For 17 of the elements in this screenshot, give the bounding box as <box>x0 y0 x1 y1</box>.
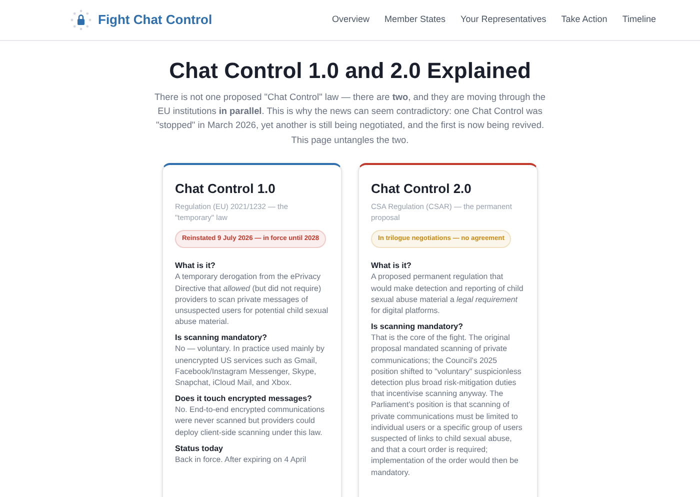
nav-link[interactable]: Timeline <box>622 13 656 27</box>
page-title: Chat Control 1.0 and 2.0 Explained <box>169 57 531 85</box>
section-heading: Is scanning mandatory? <box>371 321 464 332</box>
section-heading: Does it touch encrypted messages? <box>175 393 313 404</box>
section-heading: What is it? <box>371 260 412 272</box>
intro-paragraph: There is not one proposed "Chat Control" law — there are two, and they are moving through the EU institutions in parallel. This is why the news can seem contradictory: one Chat Control was "stopped" in March 2026, yet another is still being negotiated, and the first is now being revived. This page untangles the two. <box>153 91 547 147</box>
nav-link[interactable]: Your Representatives <box>460 13 546 27</box>
section-heading: Is scanning mandatory? <box>175 332 268 344</box>
lock-icon <box>70 9 92 31</box>
nav-link[interactable]: Member States <box>384 13 446 27</box>
nav-link[interactable]: Overview <box>332 13 370 27</box>
section-heading: Status today <box>175 442 224 454</box>
card-title: Chat Control 1.0 <box>175 180 276 198</box>
nav-link[interactable]: Take Action <box>561 13 608 27</box>
card-title: Chat Control 2.0 <box>371 180 472 198</box>
section-heading: What is it? <box>175 260 216 272</box>
site-title[interactable]: Fight Chat Control <box>98 10 212 30</box>
